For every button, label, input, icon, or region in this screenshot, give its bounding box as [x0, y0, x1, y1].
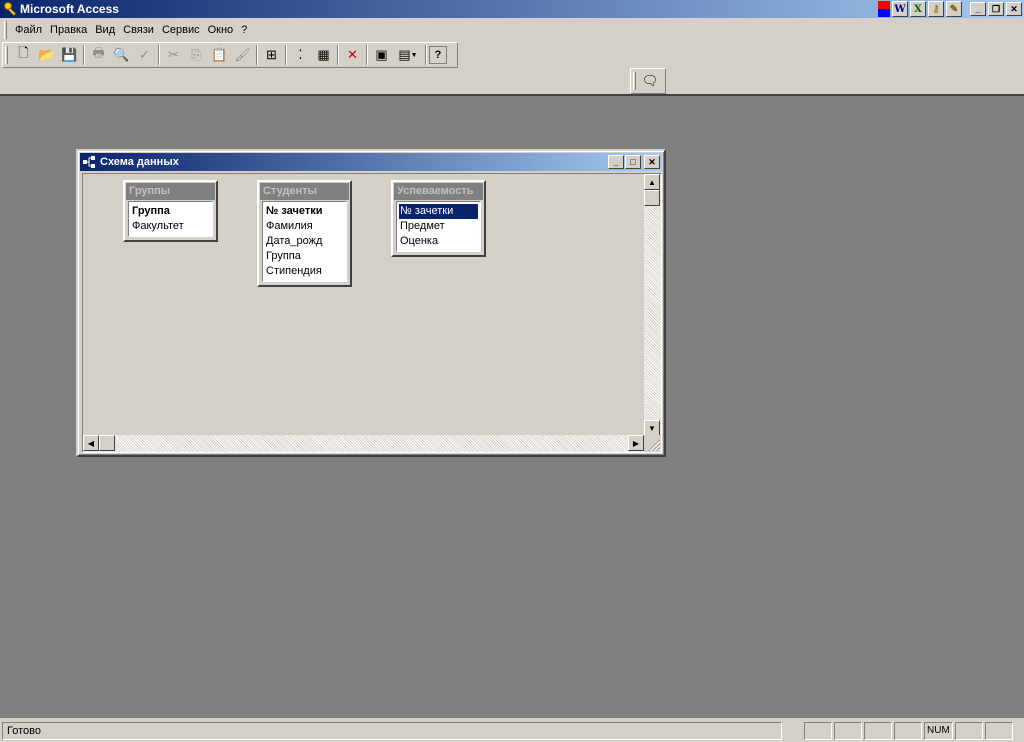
- status-text: Готово: [2, 721, 782, 740]
- paste-icon[interactable]: 📋: [208, 44, 231, 66]
- toolbar-grip[interactable]: [5, 46, 8, 64]
- relationships-title: Схема данных: [100, 156, 179, 168]
- new-icon[interactable]: 🗋: [12, 44, 35, 66]
- num-lock-indicator: NUM: [924, 721, 953, 740]
- table-field-list-grades[interactable]: Успеваемость № зачетки Предмет Оценка: [391, 180, 486, 257]
- restore-button[interactable]: ❐: [988, 2, 1004, 16]
- new-object-icon[interactable]: ▤ ▼: [393, 44, 423, 66]
- office-assistant-icon[interactable]: 🗨: [640, 70, 660, 92]
- relationships-canvas[interactable]: Группы Группа Факультет Студенты № зачет…: [82, 173, 662, 453]
- child-minimize-button[interactable]: _: [608, 155, 624, 169]
- field-list: № зачетки Предмет Оценка: [396, 201, 481, 252]
- size-grip[interactable]: [644, 435, 661, 452]
- relationships-window: Схема данных _ □ ✕ Группы Группа Факульт…: [76, 149, 666, 457]
- scroll-down-button[interactable]: ▼: [644, 420, 660, 436]
- scroll-up-button[interactable]: ▲: [644, 174, 660, 190]
- status-bar: Готово NUM: [0, 719, 1024, 742]
- horizontal-scroll-thumb[interactable]: [99, 435, 115, 451]
- status-pane: [804, 721, 832, 740]
- field-item[interactable]: № зачетки: [265, 204, 344, 219]
- relationships-icon: [83, 156, 95, 168]
- status-pane: [834, 721, 862, 740]
- word-icon[interactable]: W: [892, 1, 908, 17]
- field-list: Группа Факультет: [128, 201, 213, 237]
- access-key-icon: [4, 2, 17, 16]
- menu-tools[interactable]: Сервис: [158, 24, 204, 36]
- table-title[interactable]: Студенты: [260, 183, 349, 200]
- app-title-bar: Microsoft Access W X ⚷ ✎ _ ❐ ✕: [0, 0, 1024, 18]
- access-shortcut-icon[interactable]: ⚷: [928, 1, 944, 17]
- table-field-list-groups[interactable]: Группы Группа Факультет: [123, 180, 218, 242]
- relationships-title-bar[interactable]: Схема данных _ □ ✕: [80, 153, 662, 171]
- field-item[interactable]: Факультет: [131, 219, 210, 234]
- scroll-right-button[interactable]: ▶: [628, 435, 644, 451]
- minimize-button[interactable]: _: [970, 2, 986, 16]
- menu-view[interactable]: Вид: [91, 24, 119, 36]
- format-painter-icon[interactable]: 🖌: [231, 44, 254, 66]
- horizontal-scrollbar[interactable]: ◀ ▶: [83, 435, 644, 452]
- field-item[interactable]: Оценка: [399, 234, 478, 249]
- menu-window[interactable]: Окно: [204, 24, 238, 36]
- excel-icon[interactable]: X: [910, 1, 926, 17]
- spelling-icon[interactable]: ✓: [133, 44, 156, 66]
- toolbar2-grip[interactable]: [633, 72, 636, 90]
- print-preview-icon[interactable]: 🔍: [110, 44, 133, 66]
- scroll-left-button[interactable]: ◀: [83, 435, 99, 451]
- field-item[interactable]: Группа: [265, 249, 344, 264]
- field-item-selected[interactable]: № зачетки: [398, 203, 479, 220]
- database-window-icon[interactable]: ▣: [370, 44, 393, 66]
- open-icon[interactable]: 📂: [35, 44, 58, 66]
- status-pane: [954, 721, 983, 740]
- menu-bar: Файл Правка Вид Связи Сервис Окно ?: [0, 19, 1024, 41]
- field-item[interactable]: Предмет: [399, 219, 478, 234]
- status-pane: [864, 721, 892, 740]
- relationship-toolbar: 🗋 📂 💾 🖶 🔍 ✓ ✂ ⎘ 📋 🖌 ⊞ ⁚ ▦ ✕ ▣ ▤ ▼ ?: [2, 42, 458, 68]
- show-all-icon[interactable]: ▦: [312, 44, 335, 66]
- save-icon[interactable]: 💾: [58, 44, 81, 66]
- menu-relationships[interactable]: Связи: [119, 24, 158, 36]
- table-title[interactable]: Группы: [126, 183, 215, 200]
- show-table-icon[interactable]: ⊞: [260, 44, 283, 66]
- status-pane: [894, 721, 922, 740]
- cut-icon[interactable]: ✂: [162, 44, 185, 66]
- delete-icon[interactable]: ✕: [341, 44, 364, 66]
- notes-icon[interactable]: ✎: [946, 1, 962, 17]
- office-assistant-toolbar: 🗨: [630, 68, 666, 94]
- size-grip-icon: [648, 439, 661, 452]
- copy-icon[interactable]: ⎘: [185, 44, 208, 66]
- vertical-scroll-thumb[interactable]: [644, 190, 660, 206]
- field-item[interactable]: Дата_рожд: [265, 234, 344, 249]
- print-icon[interactable]: 🖶: [87, 44, 110, 66]
- menu-grip[interactable]: [4, 21, 7, 39]
- close-button[interactable]: ✕: [1006, 2, 1022, 16]
- menu-edit[interactable]: Правка: [46, 24, 91, 36]
- table-title[interactable]: Успеваемость: [394, 183, 483, 200]
- child-maximize-button[interactable]: □: [625, 155, 641, 169]
- app-title: Microsoft Access: [20, 2, 119, 16]
- field-item[interactable]: Стипендия: [265, 264, 344, 279]
- vertical-scrollbar[interactable]: ▲ ▼: [644, 174, 661, 436]
- show-direct-icon[interactable]: ⁚: [289, 44, 312, 66]
- menu-file[interactable]: Файл: [11, 24, 46, 36]
- field-item[interactable]: Фамилия: [265, 219, 344, 234]
- help-icon[interactable]: ?: [429, 46, 447, 64]
- office-colors-icon[interactable]: [878, 1, 890, 17]
- status-pane: [984, 721, 1013, 740]
- field-item[interactable]: Группа: [131, 204, 210, 219]
- child-close-button[interactable]: ✕: [644, 155, 660, 169]
- menu-help[interactable]: ?: [237, 24, 251, 36]
- table-field-list-students[interactable]: Студенты № зачетки Фамилия Дата_рожд Гру…: [257, 180, 352, 287]
- field-list: № зачетки Фамилия Дата_рожд Группа Стипе…: [262, 201, 347, 282]
